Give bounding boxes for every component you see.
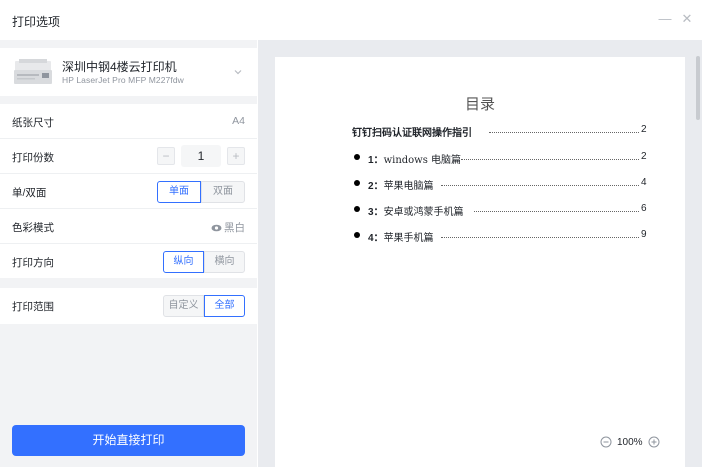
color-mode-row: 色彩模式 黑白 (0, 209, 257, 244)
minimize-icon[interactable]: — (656, 10, 674, 28)
toc-entry: 3：安卓或鸿蒙手机篇 6 (275, 203, 685, 219)
printer-selector[interactable]: 深圳中钢4楼云打印机 HP LaserJet Pro MFP M227fdw (0, 48, 257, 96)
eye-icon (211, 224, 222, 231)
toc-entry-number: 1： (368, 155, 384, 166)
color-mode-label: 色彩模式 (12, 222, 54, 234)
range-all-button[interactable]: 全部 (204, 295, 245, 317)
toc-entry-text: 安卓或鸿蒙手机篇 (383, 207, 464, 218)
zoom-level: 100% (617, 436, 643, 448)
duplex-label: 单/双面 (12, 187, 47, 199)
close-icon[interactable]: ✕ (678, 10, 696, 28)
orientation-label: 打印方向 (12, 257, 54, 269)
copies-label: 打印份数 (12, 152, 54, 164)
paper-size-row[interactable]: 纸张尺寸 A4 (0, 104, 257, 139)
printer-icon (14, 59, 52, 84)
copies-input[interactable]: 1 (181, 145, 221, 167)
toc-entry: 2：苹果电脑篇 4 (275, 177, 685, 193)
range-row: 打印范围 自定义 全部 (0, 288, 257, 324)
paper-size-label: 纸张尺寸 (12, 117, 54, 129)
orientation-portrait-button[interactable]: 纵向 (163, 251, 204, 273)
toc-leader (461, 159, 639, 160)
settings-list: 纸张尺寸 A4 打印份数 − 1 + 单/双面 单面 双面 色彩模式 黑白 打印… (0, 104, 257, 278)
printer-name: 深圳中钢4楼云打印机 (62, 60, 177, 74)
toc-entry-number: 4： (368, 233, 384, 244)
bullet-icon (354, 180, 360, 186)
title-bar: 打印选项 — ✕ (0, 0, 702, 40)
bullet-icon (354, 232, 360, 238)
toc-entry-number: 3： (368, 207, 384, 218)
start-print-button[interactable]: 开始直接打印 (12, 425, 245, 456)
bullet-icon (354, 154, 360, 160)
preview-page: 目录 钉钉扫码认证联网操作指引 2 1：windows 电脑篇 2 2：苹果电脑… (275, 57, 685, 467)
print-preview: 目录 钉钉扫码认证联网操作指引 2 1：windows 电脑篇 2 2：苹果电脑… (258, 40, 702, 467)
orientation-landscape-button[interactable]: 横向 (204, 251, 245, 273)
toc-main-page: 2 (641, 124, 647, 135)
toc-entry-text: 苹果电脑篇 (383, 181, 434, 192)
toc-leader (474, 211, 639, 212)
range-label: 打印范围 (12, 301, 54, 313)
preview-scrollbar[interactable] (696, 56, 700, 120)
color-mode-value: 黑白 (224, 222, 245, 234)
printer-model: HP LaserJet Pro MFP M227fdw (62, 75, 184, 85)
window-title: 打印选项 (12, 15, 61, 29)
toc-entry-text: 苹果手机篇 (383, 233, 434, 244)
toc-leader (441, 185, 639, 186)
toc-main-entry: 钉钉扫码认证联网操作指引 2 (275, 124, 685, 140)
toc-entry: 4：苹果手机篇 9 (275, 229, 685, 245)
toc-title: 目录 (464, 95, 495, 113)
zoom-control: 100% (600, 435, 660, 449)
duplex-double-button[interactable]: 双面 (201, 181, 245, 203)
copies-row: 打印份数 − 1 + (0, 139, 257, 174)
toc-leader (489, 132, 639, 133)
copies-increment-button[interactable]: + (227, 147, 245, 165)
toc-main-text: 钉钉扫码认证联网操作指引 (352, 128, 472, 139)
orientation-row: 打印方向 纵向 横向 (0, 244, 257, 279)
toc-leader (441, 237, 639, 238)
toc-entry: 1：windows 电脑篇 2 (275, 151, 685, 167)
toc-entry-page: 4 (641, 177, 647, 188)
duplex-row: 单/双面 单面 双面 (0, 174, 257, 209)
duplex-single-button[interactable]: 单面 (157, 181, 201, 203)
bullet-icon (354, 206, 360, 212)
color-mode-selector[interactable]: 黑白 (211, 220, 245, 235)
toc-entry-page: 6 (641, 203, 647, 214)
toc-entry-page: 9 (641, 229, 647, 240)
paper-size-value[interactable]: A4 (232, 115, 245, 127)
range-custom-button[interactable]: 自定义 (163, 295, 204, 317)
chevron-down-icon[interactable] (232, 66, 244, 78)
zoom-out-icon[interactable] (600, 436, 612, 448)
toc-entry-page: 2 (641, 151, 647, 162)
settings-panel: 深圳中钢4楼云打印机 HP LaserJet Pro MFP M227fdw 纸… (0, 40, 257, 467)
toc-entry-text: windows 电脑篇 (383, 155, 462, 166)
copies-decrement-button[interactable]: − (157, 147, 175, 165)
zoom-in-icon[interactable] (648, 436, 660, 448)
toc-entry-number: 2： (368, 181, 384, 192)
